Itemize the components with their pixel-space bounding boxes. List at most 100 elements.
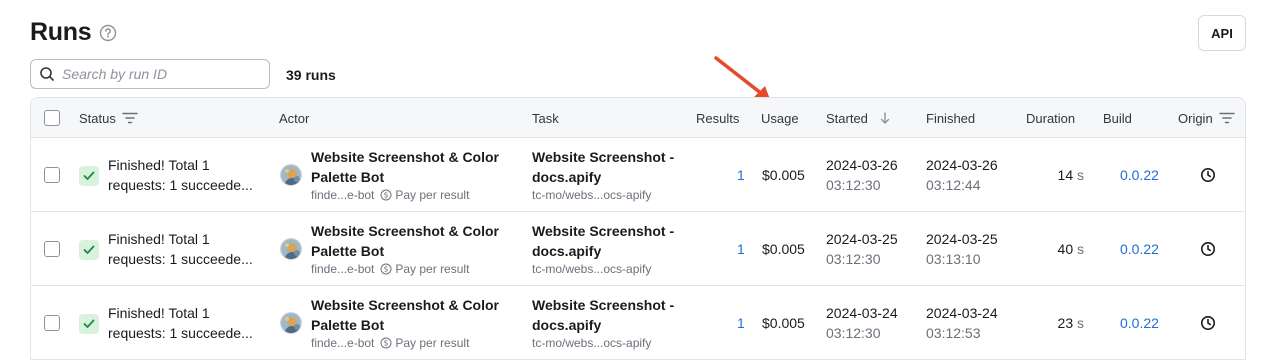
column-duration-label: Duration [1026, 110, 1076, 126]
row-checkbox[interactable] [44, 315, 60, 331]
check-icon [79, 166, 99, 186]
actor-meta: finde...e-bot $ Pay per result [311, 261, 511, 277]
actor-name-line-1: Website Screenshot & Color [311, 297, 500, 313]
actor-name-line-2: Palette Bot [311, 169, 385, 185]
status-line-1: Finished! Total 1 [108, 231, 210, 247]
duration-value: 40 s [1024, 241, 1084, 257]
results-link[interactable]: 1 [737, 315, 745, 331]
column-finished-label: Finished [926, 110, 976, 126]
column-usage-label: Usage [761, 110, 799, 126]
table-header: Status Actor Task Results Usage Started … [31, 98, 1245, 138]
started-date: 2024-03-25 [826, 231, 898, 247]
table-row[interactable]: Finished! Total 1 requests: 1 succeede..… [31, 286, 1245, 360]
dollar-circle-icon: $ [380, 263, 392, 275]
duration-number: 40 [1057, 241, 1074, 257]
finished-date: 2024-03-25 [926, 231, 998, 247]
clock-icon[interactable] [1200, 315, 1216, 336]
status-message[interactable]: Finished! Total 1 requests: 1 succeede..… [108, 155, 268, 195]
column-status[interactable]: Status [79, 98, 138, 138]
build-link[interactable]: 0.0.22 [1120, 241, 1159, 257]
task-name-line-2: docs.apify [532, 243, 602, 259]
status-line-2: requests: 1 succeede... [108, 251, 253, 267]
actor-id[interactable]: finde...e-bot [311, 261, 374, 277]
actor-name[interactable]: Website Screenshot & Color Palette Bot [311, 221, 511, 261]
duration-unit: s [1077, 167, 1084, 183]
usage-value: $0.005 [762, 167, 805, 183]
started-date: 2024-03-24 [826, 305, 898, 321]
status-line-2: requests: 1 succeede... [108, 325, 253, 341]
finished-time: 03:13:10 [926, 251, 981, 267]
started-at: 2024-03-25 03:12:30 [826, 229, 898, 269]
svg-text:$: $ [384, 339, 389, 348]
column-actor: Actor [279, 98, 309, 138]
task-name[interactable]: Website Screenshot - docs.apify [532, 295, 692, 335]
search-box[interactable] [30, 59, 270, 89]
actor-name[interactable]: Website Screenshot & Color Palette Bot [311, 147, 511, 187]
task-name-line-2: docs.apify [532, 169, 602, 185]
column-results: Results [696, 98, 739, 138]
column-origin[interactable]: Origin [1178, 98, 1235, 138]
column-actor-label: Actor [279, 110, 310, 126]
run-count: 39 runs [286, 67, 336, 83]
help-circle-icon[interactable] [99, 24, 117, 42]
status-line-2: requests: 1 succeede... [108, 177, 253, 193]
select-all-checkbox-cell [44, 98, 60, 138]
actor-name-line-1: Website Screenshot & Color [311, 149, 500, 165]
column-usage: Usage [761, 98, 799, 138]
check-icon [79, 240, 99, 260]
pricing-model: Pay per result [395, 336, 470, 350]
started-at: 2024-03-24 03:12:30 [826, 303, 898, 343]
actor-meta: finde...e-bot $ Pay per result [311, 187, 511, 203]
finished-time: 03:12:44 [926, 177, 981, 193]
column-started[interactable]: Started [826, 98, 892, 138]
actor-id[interactable]: finde...e-bot [311, 187, 374, 203]
build-link[interactable]: 0.0.22 [1120, 167, 1159, 183]
api-button[interactable]: API [1198, 15, 1246, 51]
duration-number: 14 [1057, 167, 1074, 183]
status-message[interactable]: Finished! Total 1 requests: 1 succeede..… [108, 229, 268, 269]
select-all-checkbox[interactable] [44, 110, 60, 126]
task-id[interactable]: tc-mo/webs...ocs-apify [532, 335, 692, 351]
task-name[interactable]: Website Screenshot - docs.apify [532, 221, 692, 261]
usage-value: $0.005 [762, 241, 805, 257]
status-message[interactable]: Finished! Total 1 requests: 1 succeede..… [108, 303, 268, 343]
task-name-line-2: docs.apify [532, 317, 602, 333]
build-link[interactable]: 0.0.22 [1120, 315, 1159, 331]
column-origin-label: Origin [1178, 110, 1213, 126]
dollar-circle-icon: $ [380, 337, 392, 349]
column-duration: Duration [1026, 98, 1075, 138]
column-build-label: Build [1103, 110, 1132, 126]
results-link[interactable]: 1 [737, 167, 745, 183]
usage-value: $0.005 [762, 315, 805, 331]
actor-name-line-2: Palette Bot [311, 243, 385, 259]
task-id[interactable]: tc-mo/webs...ocs-apify [532, 261, 692, 277]
actor-id[interactable]: finde...e-bot [311, 335, 374, 351]
duration-number: 23 [1057, 315, 1074, 331]
filter-icon[interactable] [1218, 112, 1235, 124]
runs-table: Status Actor Task Results Usage Started … [30, 97, 1246, 360]
clock-icon[interactable] [1200, 167, 1216, 188]
actor-name[interactable]: Website Screenshot & Color Palette Bot [311, 295, 511, 335]
actor-name-line-1: Website Screenshot & Color [311, 223, 500, 239]
table-row[interactable]: Finished! Total 1 requests: 1 succeede..… [31, 138, 1245, 212]
task-id[interactable]: tc-mo/webs...ocs-apify [532, 187, 692, 203]
duration-value: 14 s [1024, 167, 1084, 183]
filter-icon[interactable] [122, 112, 138, 124]
search-icon [39, 66, 55, 82]
task-name-line-1: Website Screenshot - [532, 149, 675, 165]
row-checkbox[interactable] [44, 167, 60, 183]
row-checkbox[interactable] [44, 241, 60, 257]
finished-at: 2024-03-25 03:13:10 [926, 229, 998, 269]
results-link[interactable]: 1 [737, 241, 745, 257]
task-name[interactable]: Website Screenshot - docs.apify [532, 147, 692, 187]
actor-avatar [280, 238, 302, 260]
arrow-down-icon[interactable] [878, 111, 892, 125]
column-build: Build [1103, 98, 1132, 138]
started-date: 2024-03-26 [826, 157, 898, 173]
started-time: 03:12:30 [826, 177, 881, 193]
actor-avatar [280, 164, 302, 186]
search-input[interactable] [62, 66, 262, 82]
clock-icon[interactable] [1200, 241, 1216, 262]
column-status-label: Status [79, 110, 116, 126]
table-row[interactable]: Finished! Total 1 requests: 1 succeede..… [31, 212, 1245, 286]
